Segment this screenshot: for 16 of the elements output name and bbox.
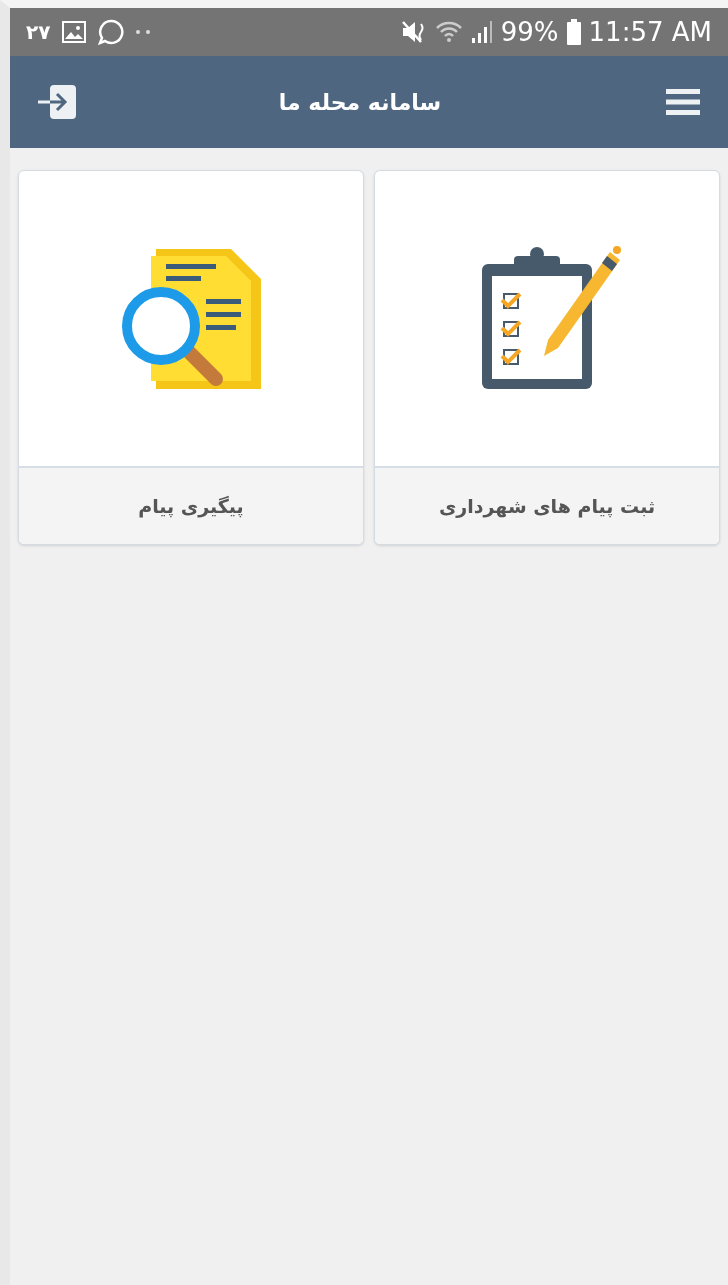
menu-icon[interactable] — [666, 89, 700, 115]
chat-bubble-icon — [98, 19, 125, 45]
menu-tile[interactable]: پیگیری پیام — [18, 170, 364, 545]
signal-icon — [470, 20, 493, 44]
menu-tile[interactable]: ثبت پیام های شهرداری — [374, 170, 720, 545]
login-icon[interactable] — [38, 84, 78, 120]
tile-label: پیگیری پیام — [138, 493, 244, 520]
dots-icon — [136, 30, 151, 34]
battery-percent: 99% — [500, 15, 559, 49]
battery-icon — [566, 19, 581, 45]
notification-text: ۲۷ — [26, 19, 51, 46]
wifi-icon — [434, 20, 463, 44]
image-icon — [62, 21, 87, 43]
clock: 11:57 AM — [588, 15, 712, 49]
tile-label: ثبت پیام های شهرداری — [438, 493, 656, 520]
app-title: سامانه محله ما — [278, 88, 442, 117]
